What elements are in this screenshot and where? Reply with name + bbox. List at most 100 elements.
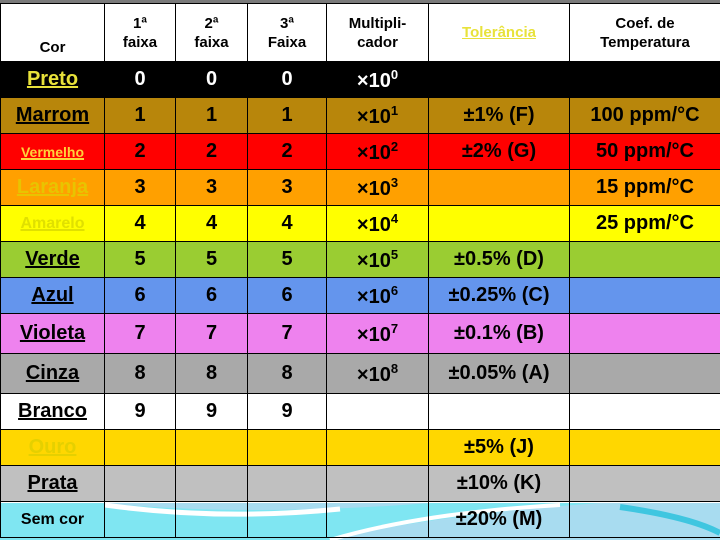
table-row-violeta: Violeta 7 7 7 ×107 ±0.1% (B) xyxy=(0,313,720,354)
temp-coef-value: 50 ppm/°C xyxy=(569,133,720,170)
faixa-1-value: 3 xyxy=(104,169,176,206)
color-name-link[interactable]: Violeta xyxy=(0,313,105,354)
faixa-3-value: 1 xyxy=(247,97,327,134)
tolerance-value: ±2% (G) xyxy=(428,133,570,170)
faixa-3-value xyxy=(247,429,327,466)
faixa-1-value: 2 xyxy=(104,133,176,170)
faixa-3-value: 3 xyxy=(247,169,327,206)
temp-coef-value xyxy=(569,393,720,430)
multiplier-value xyxy=(326,501,429,538)
multiplier-value: ×107 xyxy=(326,313,429,354)
faixa-1-value xyxy=(104,465,176,502)
table-row-azul: Azul 6 6 6 ×106 ±0.25% (C) xyxy=(0,277,720,314)
faixa-1-value: 7 xyxy=(104,313,176,354)
header-faixa-3: 3ª Faixa xyxy=(247,3,327,62)
header-multiplicador: Multipli-cador xyxy=(326,3,429,62)
faixa-2-value: 0 xyxy=(175,61,248,98)
header-row: Cor 1ª faixa 2ª faixa 3ª Faixa Multipli-cad… xyxy=(0,3,720,62)
color-name-link[interactable]: Vermelho xyxy=(0,133,105,170)
faixa-3-value: 7 xyxy=(247,313,327,354)
faixa-1-value: 9 xyxy=(104,393,176,430)
tolerance-value: ±0.5% (D) xyxy=(428,241,570,278)
color-name-link[interactable]: Marrom xyxy=(0,97,105,134)
table-row-laranja: Laranja 3 3 3 ×103 15 ppm/°C xyxy=(0,169,720,206)
color-name-link[interactable]: Prata xyxy=(0,465,105,502)
table-row-sem-cor: Sem cor ±20% (M) xyxy=(0,501,720,538)
tolerance-value: ±0.05% (A) xyxy=(428,353,570,394)
header-coef-temperatura: Coef. de Temperatura xyxy=(569,3,720,62)
faixa-3-value: 0 xyxy=(247,61,327,98)
resistor-color-code-slide: Cor 1ª faixa 2ª faixa 3ª Faixa Multipli-cad… xyxy=(0,0,720,540)
color-name-link[interactable]: Preto xyxy=(0,61,105,98)
header-cor: Cor xyxy=(0,3,105,62)
multiplier-value xyxy=(326,465,429,502)
faixa-2-value: 2 xyxy=(175,133,248,170)
faixa-1-value: 4 xyxy=(104,205,176,242)
faixa-2-value: 4 xyxy=(175,205,248,242)
faixa-3-value: 6 xyxy=(247,277,327,314)
multiplier-value: ×100 xyxy=(326,61,429,98)
temp-coef-value: 100 ppm/°C xyxy=(569,97,720,134)
table-row-amarelo: Amarelo 4 4 4 ×104 25 ppm/°C xyxy=(0,205,720,242)
tolerance-value: ±1% (F) xyxy=(428,97,570,134)
table-row-prata: Prata ±10% (K) xyxy=(0,465,720,502)
multiplier-value xyxy=(326,429,429,466)
color-name-label: Sem cor xyxy=(0,501,105,538)
temp-coef-value xyxy=(569,501,720,538)
faixa-3-value: 2 xyxy=(247,133,327,170)
tolerance-value xyxy=(428,205,570,242)
header-tolerancia[interactable]: Tolerância xyxy=(428,3,570,62)
header-faixa-1: 1ª faixa xyxy=(104,3,176,62)
faixa-3-value xyxy=(247,501,327,538)
color-name-link[interactable]: Amarelo xyxy=(0,205,105,242)
faixa-2-value: 7 xyxy=(175,313,248,354)
tolerancia-link[interactable]: Tolerância xyxy=(462,24,536,41)
color-name-link[interactable]: Branco xyxy=(0,393,105,430)
temp-coef-value xyxy=(569,313,720,354)
multiplier-value: ×104 xyxy=(326,205,429,242)
temp-coef-value xyxy=(569,277,720,314)
multiplier-value: ×103 xyxy=(326,169,429,206)
color-name-link[interactable]: Azul xyxy=(0,277,105,314)
header-faixa-2: 2ª faixa xyxy=(175,3,248,62)
faixa-1-value: 6 xyxy=(104,277,176,314)
multiplier-value: ×102 xyxy=(326,133,429,170)
faixa-2-value xyxy=(175,429,248,466)
color-name-link[interactable]: Verde xyxy=(0,241,105,278)
color-name-link[interactable]: Laranja xyxy=(0,169,105,206)
multiplier-value: ×106 xyxy=(326,277,429,314)
multiplier-value xyxy=(326,393,429,430)
temp-coef-value: 15 ppm/°C xyxy=(569,169,720,206)
faixa-1-value xyxy=(104,501,176,538)
temp-coef-value xyxy=(569,241,720,278)
tolerance-value: ±5% (J) xyxy=(428,429,570,466)
temp-coef-value xyxy=(569,61,720,98)
table-row-vermelho: Vermelho 2 2 2 ×102 ±2% (G) 50 ppm/°C xyxy=(0,133,720,170)
faixa-2-value: 8 xyxy=(175,353,248,394)
temp-coef-value xyxy=(569,353,720,394)
faixa-1-value: 0 xyxy=(104,61,176,98)
tolerance-value xyxy=(428,169,570,206)
resistor-color-code-table: Cor 1ª faixa 2ª faixa 3ª Faixa Multipli-cad… xyxy=(0,3,720,538)
faixa-1-value: 5 xyxy=(104,241,176,278)
faixa-2-value: 3 xyxy=(175,169,248,206)
color-name-link[interactable]: Cinza xyxy=(0,353,105,394)
faixa-3-value: 8 xyxy=(247,353,327,394)
faixa-2-value: 5 xyxy=(175,241,248,278)
faixa-2-value: 9 xyxy=(175,393,248,430)
faixa-3-value xyxy=(247,465,327,502)
faixa-2-value xyxy=(175,465,248,502)
tolerance-value xyxy=(428,393,570,430)
faixa-2-value xyxy=(175,501,248,538)
temp-coef-value xyxy=(569,465,720,502)
tolerance-value: ±0.1% (B) xyxy=(428,313,570,354)
table-row-marrom: Marrom 1 1 1 ×101 ±1% (F) 100 ppm/°C xyxy=(0,97,720,134)
faixa-2-value: 6 xyxy=(175,277,248,314)
tolerance-value: ±0.25% (C) xyxy=(428,277,570,314)
faixa-1-value xyxy=(104,429,176,466)
table-row-cinza: Cinza 8 8 8 ×108 ±0.05% (A) xyxy=(0,353,720,394)
temp-coef-value xyxy=(569,429,720,466)
table-row-branco: Branco 9 9 9 xyxy=(0,393,720,430)
faixa-2-value: 1 xyxy=(175,97,248,134)
color-name-link[interactable]: Ouro xyxy=(0,429,105,466)
